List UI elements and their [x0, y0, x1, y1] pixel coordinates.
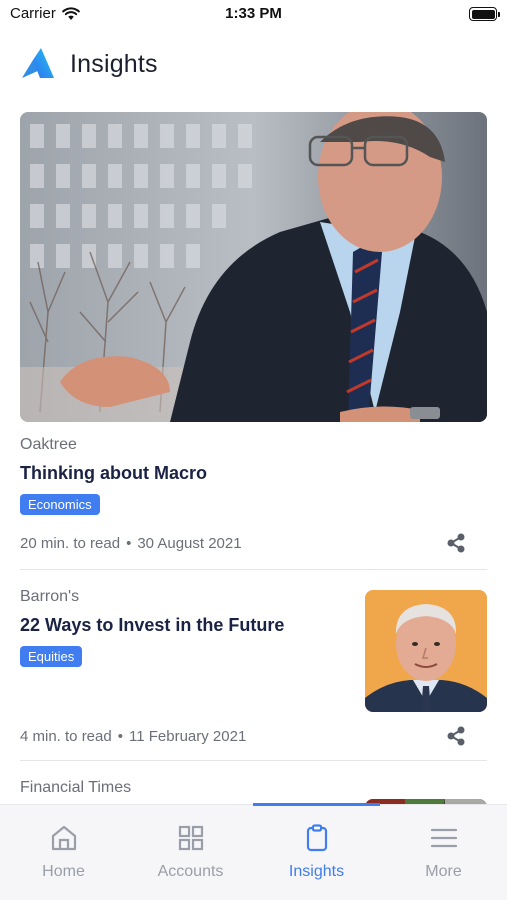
- menu-icon: [430, 828, 457, 848]
- article-title[interactable]: Thinking about Macro: [20, 463, 487, 484]
- read-time: 4 min. to read: [20, 727, 112, 745]
- app-logo-icon: [22, 48, 54, 78]
- page-header: Insights: [20, 44, 158, 84]
- tab-label: Home: [42, 863, 85, 880]
- tab-home[interactable]: Home: [0, 823, 127, 881]
- article-title[interactable]: 22 Ways to Invest in the Future: [20, 615, 350, 636]
- tab-bar: Home Accounts Insights More: [0, 803, 507, 900]
- article-card[interactable]: Oaktree Thinking about Macro Economics 2…: [20, 112, 487, 570]
- battery-icon: [469, 7, 500, 21]
- publish-date: 11 February 2021: [128, 727, 247, 745]
- page-title: Insights: [70, 49, 158, 78]
- share-icon[interactable]: [445, 725, 467, 747]
- article-hero-image[interactable]: [20, 112, 487, 422]
- article-card[interactable]: Barron's 22 Ways to Invest in the Future…: [20, 570, 487, 760]
- tab-label: Insights: [288, 863, 345, 880]
- article-meta: 4 min. to read • 11 February 2021: [20, 722, 487, 750]
- home-icon: [51, 825, 76, 851]
- article-tag[interactable]: Economics: [20, 494, 100, 515]
- article-source: Financial Times: [20, 779, 132, 796]
- read-time: 20 min. to read: [20, 534, 121, 552]
- tab-insights[interactable]: Insights: [253, 823, 380, 881]
- tab-label: More: [425, 863, 462, 880]
- article-tag[interactable]: Equities: [20, 646, 83, 667]
- publish-date: 30 August 2021: [137, 534, 242, 552]
- share-icon[interactable]: [445, 532, 467, 554]
- divider: [20, 760, 487, 761]
- article-meta: 20 min. to read • 30 August 2021: [20, 529, 487, 557]
- article-thumbnail[interactable]: [365, 590, 487, 712]
- status-time: 1:33 PM: [225, 5, 282, 22]
- active-tab-indicator: [253, 803, 380, 806]
- grid-icon: [178, 825, 203, 851]
- tab-more[interactable]: More: [380, 823, 507, 881]
- tab-accounts[interactable]: Accounts: [127, 823, 254, 881]
- meta-separator: •: [126, 534, 132, 552]
- speaker-photo: [20, 112, 487, 422]
- clipboard-icon: [306, 824, 327, 852]
- status-bar: Carrier 1:33 PM: [0, 0, 507, 28]
- meta-separator: •: [117, 727, 123, 745]
- insights-feed[interactable]: Oaktree Thinking about Macro Economics 2…: [20, 112, 487, 804]
- article-source: Barron's: [20, 588, 80, 605]
- article-card[interactable]: Financial Times: [20, 779, 487, 804]
- tab-label: Accounts: [157, 863, 224, 880]
- article-source: Oaktree: [20, 436, 77, 453]
- portrait-illustration: [365, 590, 487, 712]
